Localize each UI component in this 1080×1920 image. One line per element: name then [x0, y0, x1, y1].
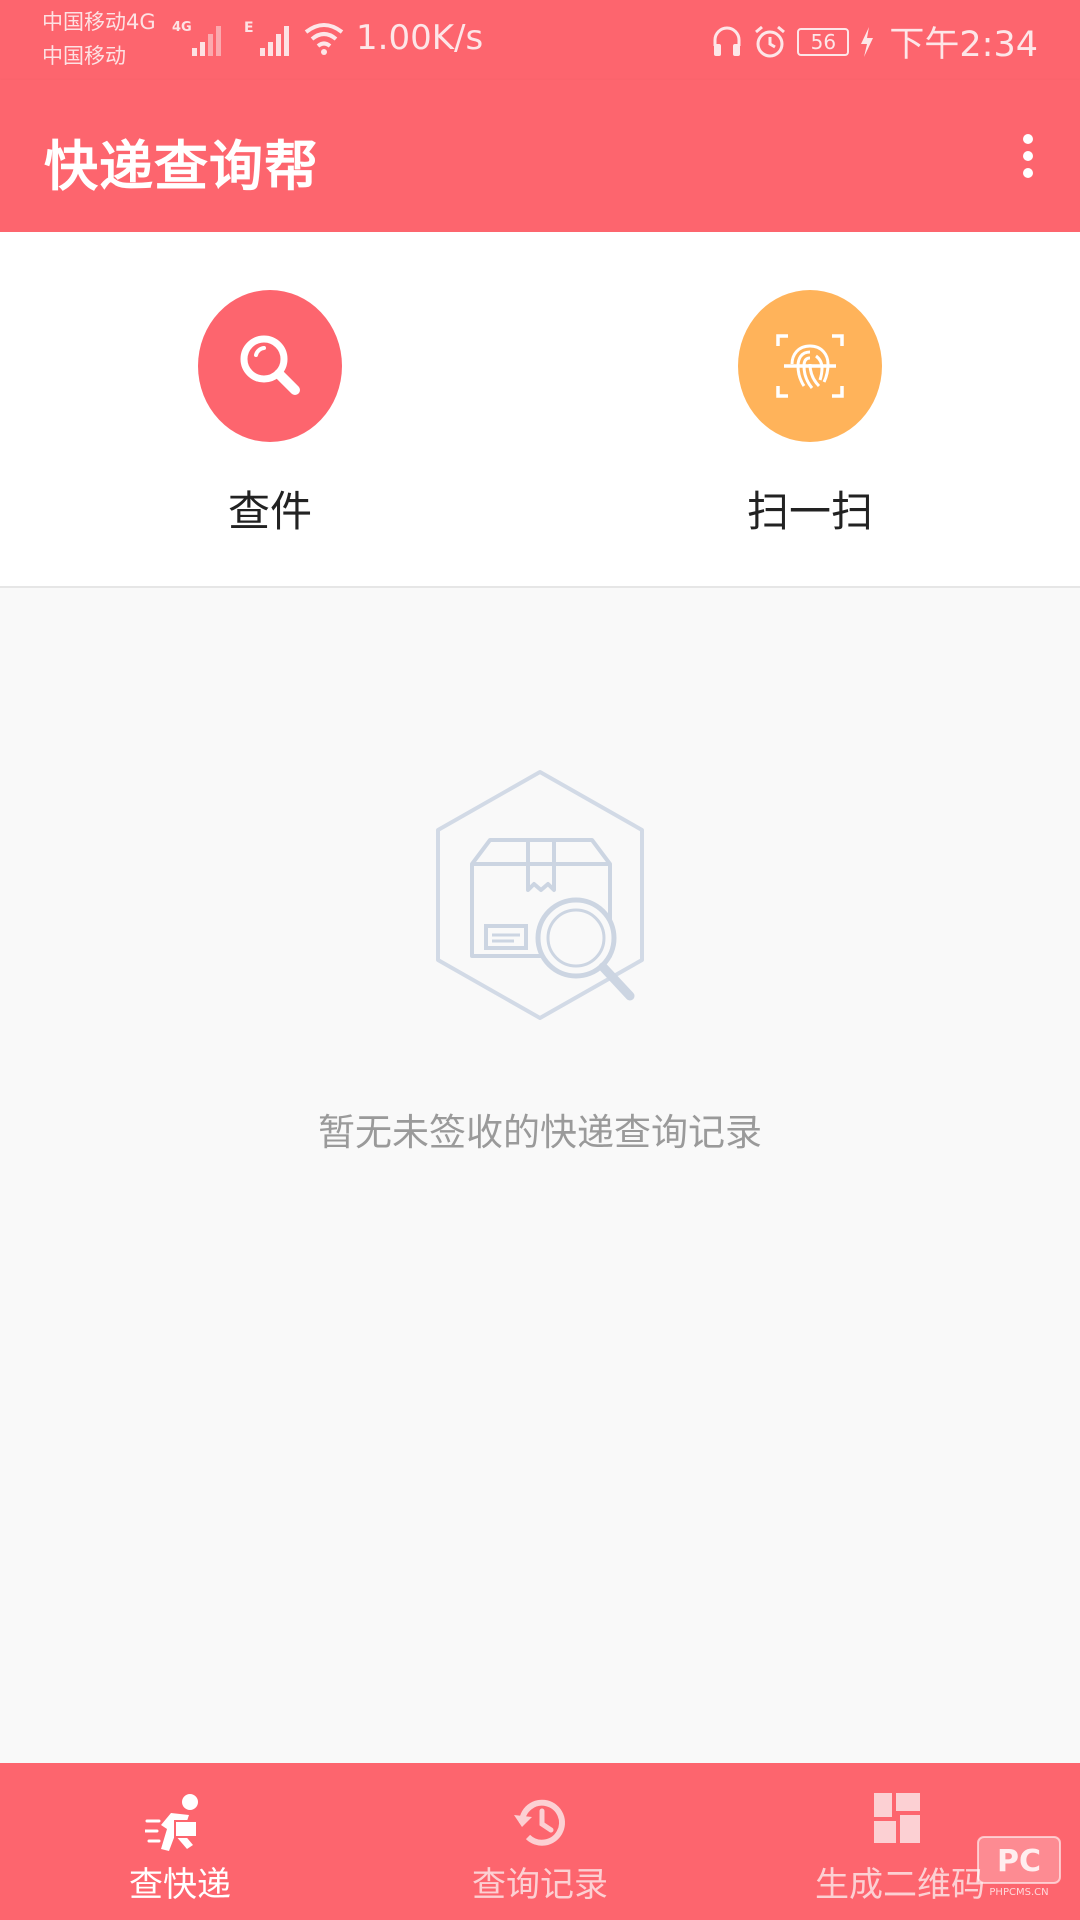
query-parcel-circle [198, 290, 342, 442]
headphones-icon [713, 26, 741, 56]
scan-label: 扫一扫 [746, 487, 873, 536]
package-search-icon [436, 770, 644, 1020]
scan-circle [738, 290, 882, 442]
edge-badge: E [244, 20, 254, 36]
tab-query-history-label: 查询记录 [472, 1865, 608, 1905]
tab-query-express[interactable]: 查快递 [0, 1763, 360, 1920]
carrier-name-primary: 中国移动4G [42, 10, 156, 34]
history-icon [514, 1799, 565, 1846]
tab-query-express-label: 查快递 [129, 1865, 231, 1905]
tab-query-history[interactable]: 查询记录 [360, 1763, 720, 1920]
status-bar: 中国移动4G 中国移动 4G E 1.00K/s 56 下午2:34 [0, 0, 1080, 80]
app-bar: 快递查询帮 [0, 80, 1080, 232]
query-parcel-label: 查件 [227, 487, 312, 536]
empty-message: 暂无未签收的快递查询记录 [318, 1111, 762, 1154]
more-options-button[interactable] [996, 120, 1060, 192]
wifi-icon [304, 23, 344, 55]
scan-fingerprint-icon [776, 334, 844, 398]
clock: 下午2:34 [889, 25, 1038, 65]
quick-actions: 查件 扫一扫 [0, 232, 1080, 588]
network-speed: 1.00K/s [356, 18, 484, 58]
signal-4g-icon: 4G [172, 20, 221, 56]
scan-button[interactable]: 扫一扫 [690, 290, 930, 539]
more-vert-dot [1023, 151, 1033, 161]
more-vert-dot [1023, 168, 1033, 178]
net-badge: 4G [172, 20, 192, 35]
battery-indicator: 56 [797, 27, 850, 56]
query-parcel-button[interactable]: 查件 [150, 290, 390, 539]
runner-icon [145, 1794, 198, 1851]
bottom-nav: 查快递 查询记录 生成二维码 PC PHPCMS.CN [0, 1763, 1080, 1920]
alarm-icon [755, 25, 786, 57]
empty-state: 暂无未签收的快递查询记录 [0, 760, 1080, 1156]
watermark-logo-text: PC [997, 1844, 1041, 1879]
search-icon [240, 335, 300, 395]
page-title: 快递查询帮 [44, 135, 319, 198]
more-vert-icon [1023, 134, 1033, 144]
watermark-caption: PHPCMS.CN [989, 1887, 1048, 1898]
watermark-logo: PC PHPCMS.CN [977, 1836, 1061, 1898]
signal-e-icon: E [244, 20, 289, 56]
carrier-name-secondary: 中国移动 [42, 44, 126, 68]
charging-icon [861, 26, 874, 57]
qr-grid-icon [874, 1793, 920, 1843]
